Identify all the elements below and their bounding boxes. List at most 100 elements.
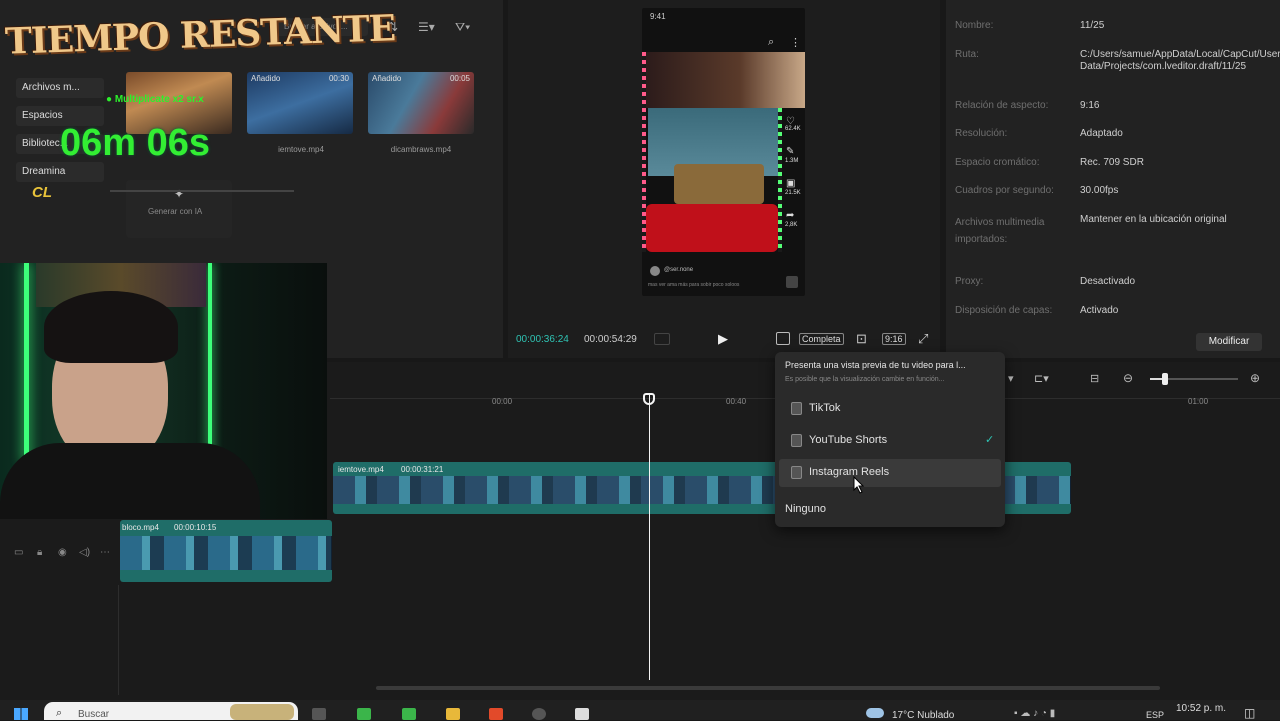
tray-icons[interactable]: ▪ ☁ ♪ ◔ ▮ xyxy=(1014,708,1055,719)
detail-label-resolution: Resolución: xyxy=(955,128,1008,139)
play-button[interactable]: ▶ xyxy=(718,331,728,347)
notification-icon[interactable]: ◫ xyxy=(1244,706,1255,720)
track-audio-icon[interactable]: ◁) xyxy=(79,547,90,558)
detail-value-layers: Activado xyxy=(1080,305,1119,316)
clock[interactable]: 10:52 p. m. xyxy=(1176,703,1226,714)
full-quality-button[interactable]: Completa xyxy=(799,333,844,345)
person-hair xyxy=(44,291,178,363)
media-thumb-3[interactable]: Añadido 00:05 xyxy=(368,72,474,134)
overlay-countdown: 06m 06s xyxy=(60,122,211,164)
led-strip-right xyxy=(778,108,782,252)
track-cover-icon[interactable]: ▭ xyxy=(14,547,23,558)
app-green-2-icon[interactable] xyxy=(402,708,416,720)
detail-label-path: Ruta: xyxy=(955,49,979,60)
sidebar-item-dreamina[interactable]: Dreamina xyxy=(16,162,104,182)
phone-more-icon: ⋮ xyxy=(790,37,801,49)
weather-icon xyxy=(866,708,884,718)
snap-icon[interactable]: ⊏▾ xyxy=(1034,372,1049,385)
preview-device-icon[interactable] xyxy=(776,332,790,345)
obs-icon[interactable] xyxy=(532,708,546,720)
detail-value-imported: Mantener en la ubicación original xyxy=(1080,214,1227,225)
phone-caption: mas ver ama más para sobir poco soloos xyxy=(648,282,740,288)
screenshot-icon[interactable]: ⊡ xyxy=(856,331,867,347)
weather-text[interactable]: 17°C Nublado xyxy=(892,710,954,721)
overlay-subtitle: ● Multiplicate x2 sr.x xyxy=(106,94,204,105)
dropdown-arrow-icon[interactable]: ▾ xyxy=(1008,372,1014,385)
app-green-icon[interactable] xyxy=(357,708,371,720)
playhead[interactable] xyxy=(649,394,650,680)
search-highlight-image xyxy=(230,704,294,720)
phone-music-icon xyxy=(786,276,798,288)
overlay-badge: CL xyxy=(32,184,52,201)
generate-ai-button[interactable]: ✦ Generar con IA xyxy=(126,180,232,238)
detail-label-color: Espacio cromático: xyxy=(955,157,1040,168)
capcut-icon[interactable] xyxy=(575,708,589,720)
option-youtube-shorts[interactable]: YouTube Shorts ✓ xyxy=(779,427,1001,455)
video-top-frame xyxy=(642,52,805,108)
webcam-overlay xyxy=(0,263,327,519)
filter-icon[interactable]: ⛛▾ xyxy=(455,20,470,35)
ruler-label-2: 01:00 xyxy=(1188,397,1209,406)
track-lock-icon[interactable]: 🔒︎ xyxy=(37,547,42,558)
secondary-clip-frames xyxy=(120,536,332,570)
task-view-icon[interactable] xyxy=(312,708,326,720)
phone-share-icon: ➦ xyxy=(786,210,795,221)
detail-value-aspect: 9:16 xyxy=(1080,100,1100,111)
detail-value-fps: 30.00fps xyxy=(1080,185,1119,196)
green-led-left xyxy=(24,263,29,463)
phone-frame-icon xyxy=(791,402,802,415)
ruler-label-0: 00:00 xyxy=(492,397,513,406)
zoom-out-icon[interactable]: ⊖ xyxy=(1123,371,1133,385)
playhead-handle[interactable] xyxy=(643,393,655,405)
total-time: 00:00:54:29 xyxy=(584,334,637,345)
sidebar-item-archivos[interactable]: Archivos m... xyxy=(16,78,104,98)
led-strip-left xyxy=(642,52,646,252)
timeline-scrollbar[interactable] xyxy=(376,686,1160,690)
ruler-label-1: 00:40 xyxy=(726,397,747,406)
mouse-cursor-icon xyxy=(853,476,865,494)
phone-comment-icon: ✎ xyxy=(786,146,795,157)
video-red-seat xyxy=(646,204,778,252)
dropdown-note: Es posible que la visualización cambie e… xyxy=(785,376,945,383)
zoom-slider-handle[interactable] xyxy=(1162,373,1168,385)
detail-label-layers: Disposición de capas: xyxy=(955,305,1053,316)
green-led-right xyxy=(208,263,212,453)
phone-frame-icon xyxy=(791,434,802,447)
view-toggle-icon[interactable]: ☰▾ xyxy=(418,20,435,34)
detail-value-path: C:/Users/samue/AppData/Local/CapCut/User… xyxy=(1080,49,1280,72)
media-thumb-2[interactable]: Añadido 00:30 xyxy=(247,72,353,134)
phone-frame-icon xyxy=(791,466,802,479)
modify-button[interactable]: Modificar xyxy=(1196,333,1262,351)
track-divider xyxy=(118,585,119,695)
detail-label-aspect: Relación de aspecto: xyxy=(955,100,1049,111)
current-time: 00:00:36:24 xyxy=(516,334,569,345)
preview-axis-icon[interactable]: ⊟ xyxy=(1090,372,1099,385)
option-none[interactable]: Ninguno xyxy=(785,503,826,515)
search-icon: ⌕ xyxy=(56,707,63,719)
secondary-clip[interactable]: bloco.mp4 00:00:10:15 xyxy=(120,520,332,582)
preview-platform-dropdown: Presenta una vista previa de tu video pa… xyxy=(775,352,1005,527)
detail-label-name: Nombre: xyxy=(955,20,994,31)
brave-icon[interactable] xyxy=(489,708,503,720)
phone-avatar xyxy=(650,266,660,276)
check-icon: ✓ xyxy=(985,434,995,446)
detail-label-proxy: Proxy: xyxy=(955,276,984,287)
ratio-button[interactable]: 9:16 xyxy=(882,333,906,345)
grid-icon[interactable] xyxy=(654,333,670,345)
windows-start-icon[interactable] xyxy=(14,708,28,720)
dropdown-heading: Presenta una vista previa de tu video pa… xyxy=(785,360,966,370)
zoom-in-icon[interactable]: ⊕ xyxy=(1250,371,1260,385)
language-indicator[interactable]: ESP xyxy=(1146,710,1164,720)
option-instagram-reels[interactable]: Instagram Reels xyxy=(779,459,1001,487)
track-visibility-icon[interactable]: ◉ xyxy=(58,547,67,558)
detail-value-color: Rec. 709 SDR xyxy=(1080,157,1144,168)
phone-preview: 9:41 ⌕ ⋮ ♡ 62.4K ✎ 1.3M ▣ 21.5K ➦ 2,8K @… xyxy=(642,8,805,296)
media-thumb-3-name: dicambraws.mp4 xyxy=(390,145,452,154)
fullscreen-icon[interactable]: ⤢ xyxy=(918,331,928,347)
option-tiktok[interactable]: TikTok xyxy=(779,395,1001,423)
detail-value-proxy: Desactivado xyxy=(1080,276,1136,287)
phone-search-icon: ⌕ xyxy=(768,36,775,48)
track-more-icon[interactable]: ⋯ xyxy=(100,547,110,558)
file-explorer-icon[interactable] xyxy=(446,708,460,720)
taskbar-search[interactable]: ⌕ Buscar xyxy=(44,702,298,720)
